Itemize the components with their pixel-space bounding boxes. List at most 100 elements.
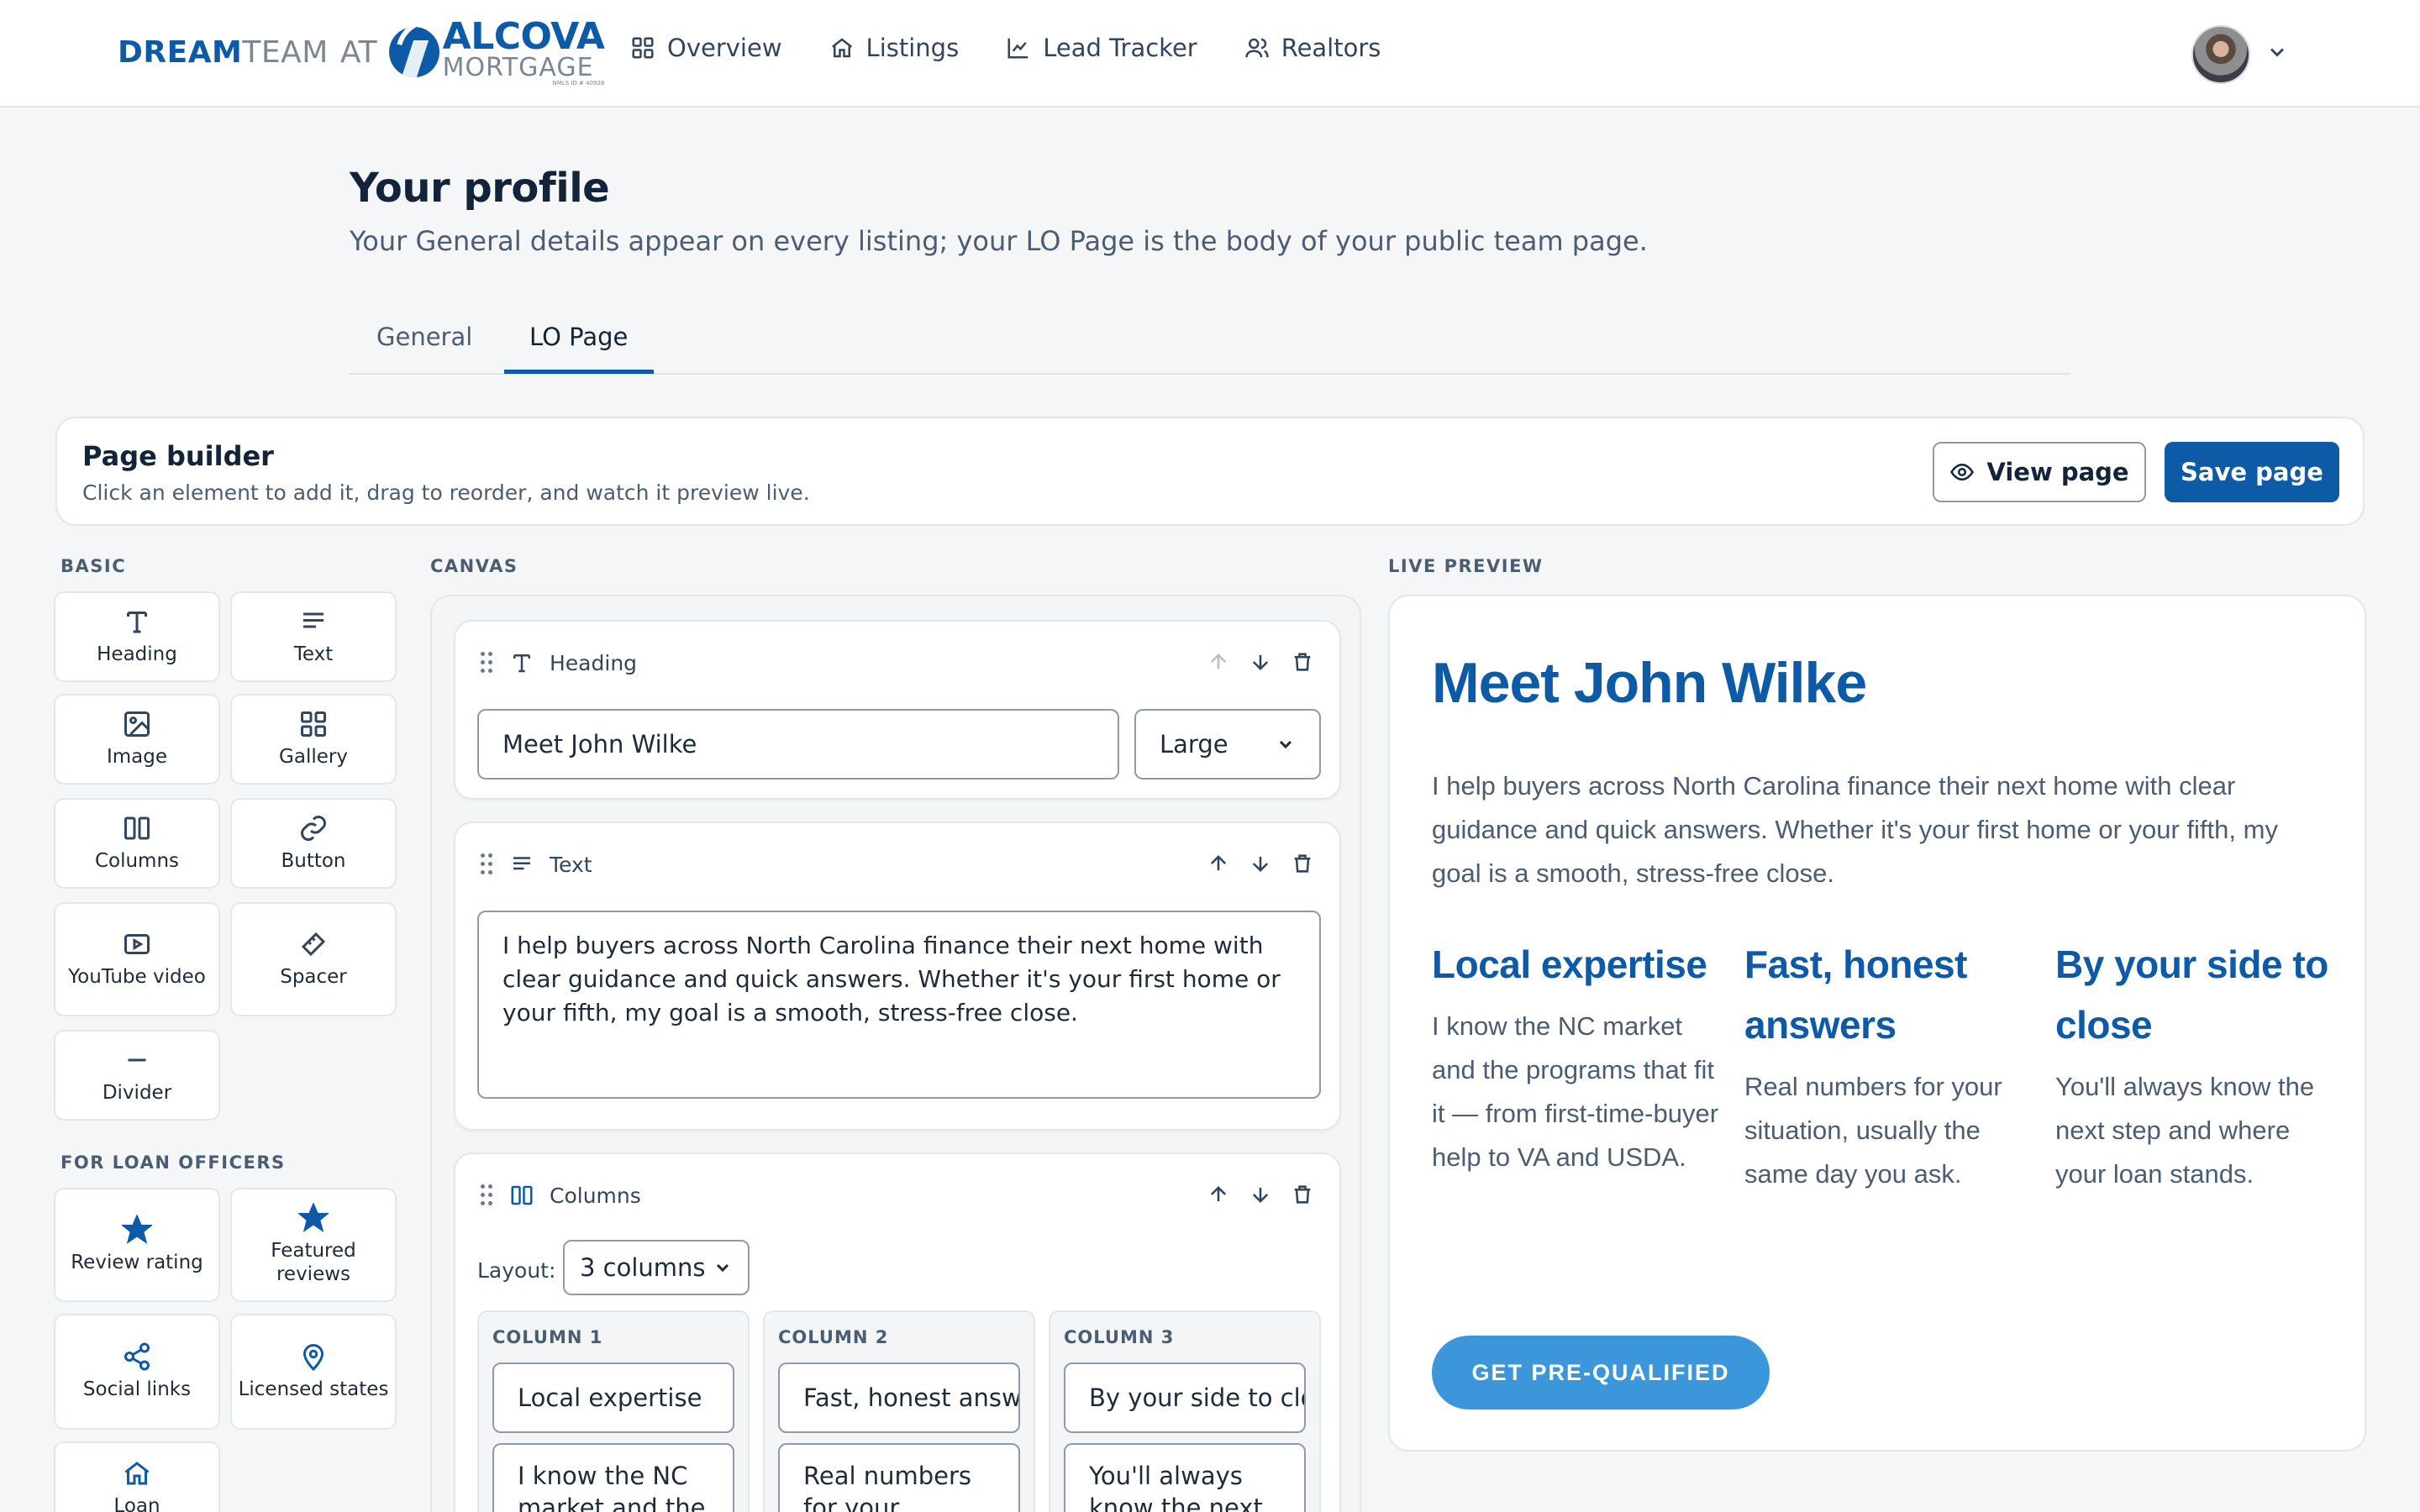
nav-lead-tracker[interactable]: Lead Tracker bbox=[1006, 34, 1197, 62]
element-gallery[interactable]: Gallery bbox=[230, 694, 397, 785]
element-image-label: Image bbox=[106, 746, 168, 769]
canvas-columns-block[interactable]: Columns Layout: 3 columns COLUMN 1 Local… bbox=[454, 1152, 1341, 1512]
star-icon bbox=[298, 1203, 329, 1233]
alcova-globe-icon bbox=[388, 27, 439, 77]
element-divider[interactable]: Divider bbox=[54, 1030, 220, 1121]
youtube-icon bbox=[124, 934, 150, 955]
element-columns[interactable]: Columns bbox=[54, 798, 220, 889]
arrow-up-icon[interactable] bbox=[1207, 1183, 1230, 1206]
element-text[interactable]: Text bbox=[230, 591, 397, 682]
grid-icon bbox=[632, 37, 654, 59]
heading-icon bbox=[513, 654, 530, 673]
drag-handle-icon[interactable] bbox=[479, 1183, 494, 1208]
text-body-textarea[interactable]: I help buyers across North Carolina fina… bbox=[477, 911, 1321, 1099]
element-featured-reviews[interactable]: Featured reviews bbox=[230, 1188, 397, 1302]
column-body-textarea[interactable]: You'll always know the next bbox=[1064, 1443, 1306, 1512]
block-type-label: Text bbox=[550, 852, 592, 877]
arrow-down-icon[interactable] bbox=[1249, 1183, 1272, 1206]
chevron-down-icon[interactable] bbox=[2265, 40, 2289, 64]
chart-line-icon bbox=[1007, 38, 1028, 59]
drag-handle-icon[interactable] bbox=[479, 852, 494, 877]
home-icon bbox=[831, 38, 852, 58]
element-social-links[interactable]: Social links bbox=[54, 1314, 220, 1430]
element-licensed-states[interactable]: Licensed states bbox=[230, 1314, 397, 1430]
column-heading-input[interactable]: Local expertise bbox=[492, 1362, 734, 1433]
tab-general[interactable]: General bbox=[376, 323, 472, 351]
element-button[interactable]: Button bbox=[230, 798, 397, 889]
view-page-label: View page bbox=[1986, 458, 2129, 486]
element-review-rating[interactable]: Review rating bbox=[54, 1188, 220, 1302]
block-header: Text bbox=[479, 852, 592, 877]
share-icon bbox=[124, 1342, 150, 1371]
dreamteam-alcova-logo[interactable]: DREAM TEAM AT ALCOVA MORTGAGE NMLS ID # … bbox=[118, 18, 605, 87]
heading-icon bbox=[127, 612, 147, 633]
user-avatar[interactable] bbox=[2191, 25, 2250, 84]
column-heading-input[interactable]: By your side to close bbox=[1064, 1362, 1306, 1433]
canvas-text-block[interactable]: Text I help buyers across North Carolina… bbox=[454, 822, 1341, 1131]
preview-column-1: Local expertise I know the NC market and… bbox=[1432, 934, 1721, 1179]
column-heading-input[interactable]: Fast, honest answers bbox=[778, 1362, 1020, 1433]
column-body-textarea[interactable]: Real numbers for your bbox=[778, 1443, 1020, 1512]
column-title: COLUMN 1 bbox=[492, 1327, 603, 1347]
alcova-wordmark: ALCOVA MORTGAGE NMLS ID # 40928 bbox=[443, 18, 605, 87]
page-subtitle: Your General details appear on every lis… bbox=[350, 225, 1648, 257]
text-lines-icon bbox=[303, 612, 324, 628]
element-spacer[interactable]: Spacer bbox=[230, 902, 397, 1016]
nav-overview-label: Overview bbox=[667, 34, 782, 62]
element-review-rating-label: Review rating bbox=[71, 1252, 203, 1274]
nav-realtors[interactable]: Realtors bbox=[1244, 34, 1381, 62]
nav-realtors-label: Realtors bbox=[1281, 34, 1381, 62]
trash-icon[interactable] bbox=[1291, 650, 1314, 674]
heading-text-input[interactable]: Meet John Wilke bbox=[477, 709, 1119, 780]
preview-column-3: By your side to close You'll always know… bbox=[2055, 934, 2344, 1196]
block-header: Columns bbox=[479, 1183, 641, 1208]
trash-icon[interactable] bbox=[1291, 1183, 1314, 1206]
preview-paragraph: I help buyers across North Carolina fina… bbox=[1432, 771, 2278, 888]
tab-lo-page[interactable]: LO Page bbox=[529, 323, 628, 351]
block-type-label: Columns bbox=[550, 1183, 641, 1208]
image-icon bbox=[124, 711, 150, 738]
arrow-down-icon[interactable] bbox=[1249, 852, 1272, 875]
nav-listings[interactable]: Listings bbox=[829, 34, 959, 62]
arrow-down-icon[interactable] bbox=[1249, 650, 1272, 674]
get-pre-qualified-button[interactable]: GET PRE-QUALIFIED bbox=[1432, 1336, 1770, 1410]
view-page-button[interactable]: View page bbox=[1933, 442, 2146, 502]
block-actions bbox=[1207, 1183, 1314, 1206]
logo-team-text: TEAM bbox=[242, 34, 329, 70]
column-title: COLUMN 2 bbox=[778, 1327, 889, 1347]
drag-handle-icon[interactable] bbox=[479, 650, 494, 675]
element-loan[interactable]: Loan bbox=[54, 1441, 220, 1512]
nav-overview[interactable]: Overview bbox=[630, 34, 782, 62]
block-type-label: Heading bbox=[550, 650, 638, 675]
logo-at-text: AT bbox=[339, 34, 377, 70]
trash-icon[interactable] bbox=[1291, 852, 1314, 875]
logo-alcova-text: ALCOVA bbox=[442, 14, 605, 58]
divider-icon bbox=[128, 1058, 146, 1062]
heading-size-value: Large bbox=[1160, 730, 1228, 759]
element-heading[interactable]: Heading bbox=[54, 591, 220, 682]
save-page-button[interactable]: Save page bbox=[2165, 442, 2339, 502]
builder-canvas: Heading Meet John Wilke Large Text I hel… bbox=[430, 595, 1361, 1512]
layout-select[interactable]: 3 columns bbox=[563, 1240, 750, 1295]
arrow-up-icon[interactable] bbox=[1207, 650, 1230, 674]
ruler-icon bbox=[301, 932, 326, 957]
users-icon bbox=[1244, 38, 1269, 58]
eye-icon bbox=[1950, 463, 1975, 481]
preview-column-heading: By your side to close bbox=[2055, 942, 2328, 1047]
canvas-heading-block[interactable]: Heading Meet John Wilke Large bbox=[454, 620, 1341, 800]
column-body-textarea[interactable]: I know the NC market and the bbox=[492, 1443, 734, 1512]
profile-tabs: General LO Page bbox=[350, 311, 2070, 375]
preview-column-body: I know the NC market and the programs th… bbox=[1432, 1011, 1719, 1172]
arrow-up-icon[interactable] bbox=[1207, 852, 1230, 875]
block-actions bbox=[1207, 852, 1314, 875]
map-pin-icon bbox=[302, 1344, 324, 1372]
logo-dream-text: DREAM bbox=[118, 34, 243, 70]
element-youtube-video[interactable]: YouTube video bbox=[54, 902, 220, 1016]
column-title: COLUMN 3 bbox=[1064, 1327, 1175, 1347]
home-icon bbox=[124, 1462, 150, 1485]
element-text-label: Text bbox=[293, 643, 334, 666]
element-image[interactable]: Image bbox=[54, 694, 220, 785]
gallery-icon bbox=[301, 711, 326, 738]
basic-section-label: BASIC bbox=[60, 556, 127, 576]
heading-size-select[interactable]: Large bbox=[1134, 709, 1321, 780]
